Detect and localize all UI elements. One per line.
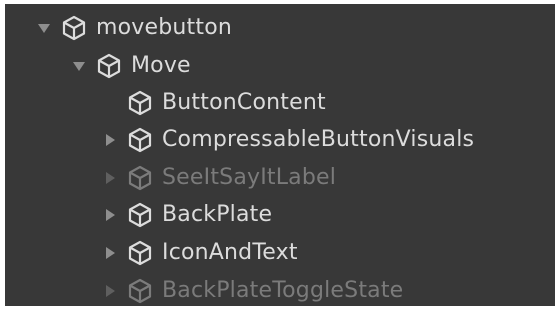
- expand-arrow-right-icon[interactable]: [103, 171, 117, 185]
- hierarchy-row-move[interactable]: Move: [5, 47, 555, 84]
- hierarchy-item-label: BackPlate: [162, 201, 273, 227]
- hierarchy-row-iconandtext[interactable]: IconAndText: [5, 234, 555, 271]
- gameobject-cube-icon: [96, 53, 122, 79]
- hierarchy-item-label: CompressableButtonVisuals: [162, 126, 475, 152]
- hierarchy-panel: movebutton Move ButtonContent Compressab…: [5, 4, 555, 306]
- gameobject-cube-icon: [127, 165, 153, 191]
- gameobject-cube-icon: [127, 90, 153, 116]
- expand-arrow-down-icon[interactable]: [72, 59, 86, 73]
- hierarchy-item-label: movebutton: [96, 14, 233, 40]
- no-children-spacer: [103, 96, 117, 110]
- hierarchy-row-backplatetogglestate[interactable]: BackPlateToggleState: [5, 272, 555, 306]
- gameobject-cube-icon: [127, 240, 153, 266]
- hierarchy-item-label: SeeItSayItLabel: [162, 164, 337, 190]
- hierarchy-item-label: IconAndText: [162, 239, 298, 265]
- hierarchy-row-compressablebuttonvisuals[interactable]: CompressableButtonVisuals: [5, 121, 555, 158]
- expand-arrow-right-icon[interactable]: [103, 246, 117, 260]
- gameobject-cube-icon: [127, 202, 153, 228]
- expand-arrow-right-icon[interactable]: [103, 284, 117, 298]
- hierarchy-item-label: Move: [131, 52, 191, 78]
- gameobject-cube-icon: [127, 278, 153, 304]
- hierarchy-row-movebutton[interactable]: movebutton: [5, 9, 555, 46]
- expand-arrow-right-icon[interactable]: [103, 208, 117, 222]
- expand-arrow-down-icon[interactable]: [37, 21, 51, 35]
- hierarchy-item-label: ButtonContent: [162, 89, 326, 115]
- hierarchy-item-label: BackPlateToggleState: [162, 277, 404, 303]
- hierarchy-row-seeitsayitlabel[interactable]: SeeItSayItLabel: [5, 159, 555, 196]
- hierarchy-row-buttoncontent[interactable]: ButtonContent: [5, 84, 555, 121]
- hierarchy-row-backplate[interactable]: BackPlate: [5, 196, 555, 233]
- gameobject-cube-icon: [61, 15, 87, 41]
- expand-arrow-right-icon[interactable]: [103, 133, 117, 147]
- gameobject-cube-icon: [127, 127, 153, 153]
